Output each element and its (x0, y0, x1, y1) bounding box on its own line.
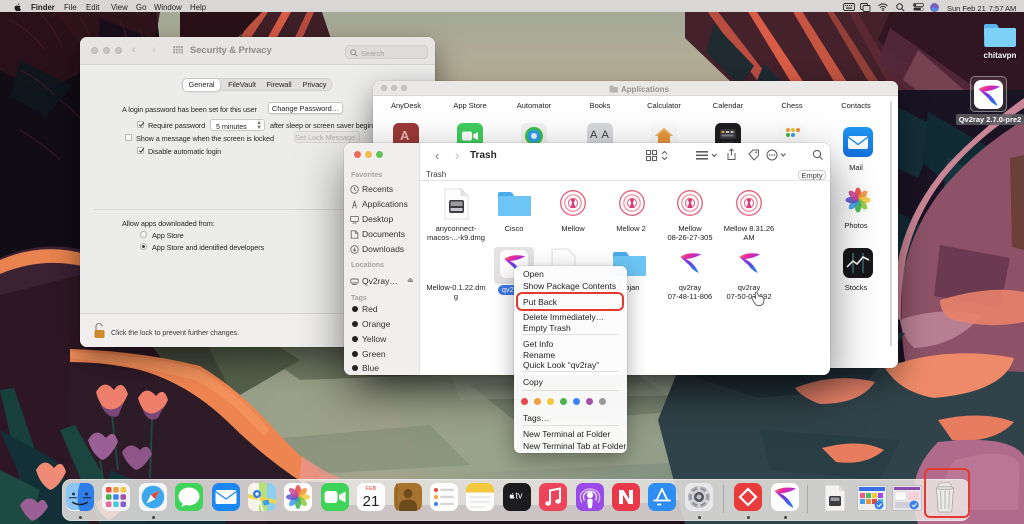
svg-text:tv: tv (516, 491, 524, 501)
svg-text:FEB: FEB (366, 486, 377, 492)
svg-text:21: 21 (363, 493, 380, 510)
